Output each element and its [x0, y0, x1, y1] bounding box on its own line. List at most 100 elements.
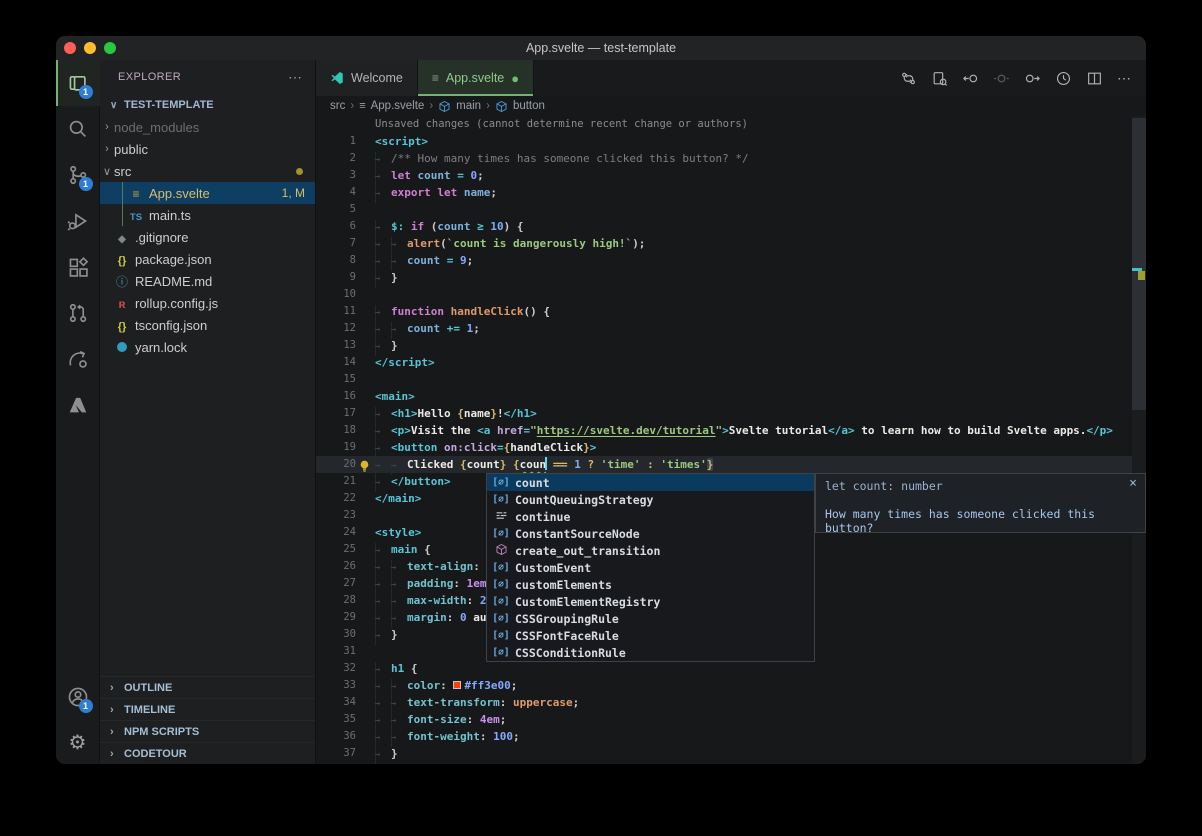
code-line[interactable]: 33color: #ff3e00; [316, 677, 1146, 694]
more-actions-icon[interactable]: ⋯ [1117, 70, 1132, 87]
code-line[interactable]: 11function handleClick() { [316, 303, 1146, 320]
code-line[interactable]: 7alert(`count is dangerously high!`); [316, 235, 1146, 252]
code-line[interactable]: 19<button on:click={handleClick}> [316, 439, 1146, 456]
suggest-item[interactable]: [∅]CSSConditionRule [487, 644, 814, 661]
accounts-button[interactable]: 1 [56, 674, 100, 720]
sidebar-item-run-and-debug[interactable] [56, 198, 100, 244]
code-text: </script> [375, 354, 435, 371]
titlebar[interactable]: App.svelte — test-template [56, 36, 1146, 60]
previous-change-icon[interactable] [962, 70, 979, 87]
code-line[interactable]: 32h1 { [316, 660, 1146, 677]
editor-area: Welcome ≡ App.svelte ● ⋯ [316, 60, 1146, 764]
suggest-item[interactable]: create_out_transition [487, 542, 814, 559]
sidebar-item-live-share[interactable] [56, 336, 100, 382]
sidebar-item-azure[interactable] [56, 382, 100, 428]
symbol-keyword-icon [492, 509, 510, 525]
tree-item[interactable]: ›public [100, 138, 315, 160]
breadcrumb-item-file[interactable]: App.svelte [371, 100, 425, 112]
suggest-item[interactable]: [∅]CustomEvent [487, 559, 814, 576]
suggest-item[interactable]: [∅]CSSFontFaceRule [487, 627, 814, 644]
code-line[interactable]: 17<h1>Hello {name}!</h1> [316, 405, 1146, 422]
code-line[interactable]: 8count = 9; [316, 252, 1146, 269]
code-line[interactable]: 20Clicked {count} {coun === 1 ? 'time' :… [316, 456, 1146, 473]
tree-item[interactable]: ⓘREADME.md [100, 270, 315, 292]
git-compare-icon[interactable] [900, 70, 917, 87]
line-number: 32 [316, 660, 356, 677]
sidebar-item-explorer[interactable]: 1 [56, 60, 100, 106]
symbol-variable-icon: [∅] [492, 562, 510, 573]
suggest-item[interactable]: [∅]CountQueuingStrategy [487, 491, 814, 508]
file-icon-info: ⓘ [114, 273, 130, 290]
line-number: 24 [316, 524, 356, 541]
tree-item[interactable]: TSmain.ts [100, 204, 315, 226]
code-line[interactable]: 14</script> [316, 354, 1146, 371]
scrollbar-thumb[interactable] [1132, 118, 1146, 410]
breadcrumb-item-src[interactable]: src [330, 100, 345, 112]
code-text: <p>Visit the <a href="https://svelte.dev… [375, 422, 1113, 439]
code-line[interactable]: 15 [316, 371, 1146, 388]
code-line[interactable]: 16<main> [316, 388, 1146, 405]
tree-item[interactable]: ≡App.svelte1, M [100, 182, 315, 204]
open-changes-icon[interactable] [931, 70, 948, 87]
tree-item[interactable]: ◆.gitignore [100, 226, 315, 248]
code-line[interactable]: 4export let name; [316, 184, 1146, 201]
code-line[interactable]: 9} [316, 269, 1146, 286]
tree-root-folder[interactable]: ∨ TEST-TEMPLATE [100, 94, 315, 116]
sidebar-item-github-pull-requests[interactable] [56, 290, 100, 336]
sidebar-item-search[interactable] [56, 106, 100, 152]
next-change-icon[interactable] [1024, 70, 1041, 87]
suggest-item[interactable]: [∅]customElements [487, 576, 814, 593]
modified-dot-icon[interactable]: ● [511, 71, 519, 86]
sidebar-item-extensions[interactable] [56, 244, 100, 290]
close-icon[interactable]: × [1129, 476, 1137, 491]
file-history-icon[interactable] [1055, 70, 1072, 87]
tab-app-svelte[interactable]: ≡ App.svelte ● [418, 60, 534, 96]
code-text: </button> [375, 473, 451, 490]
code-line[interactable]: 3let count = 0; [316, 167, 1146, 184]
tree-item[interactable]: ›node_modules [100, 116, 315, 138]
code-line[interactable]: 10 [316, 286, 1146, 303]
tree-item[interactable]: ʀrollup.config.js [100, 292, 315, 314]
line-number: 13 [316, 337, 356, 354]
token: ; [500, 713, 507, 726]
code-line[interactable]: 34text-transform: uppercase; [316, 694, 1146, 711]
suggest-item[interactable]: continue [487, 508, 814, 525]
code-line[interactable]: 1<script> [316, 133, 1146, 150]
code-line[interactable]: 5 [316, 201, 1146, 218]
editor-scrollbar[interactable] [1132, 116, 1146, 764]
suggest-item[interactable]: [∅]CustomElementRegistry [487, 593, 814, 610]
code-line[interactable]: 36font-weight: 100; [316, 728, 1146, 745]
code-line[interactable]: 13} [316, 337, 1146, 354]
code-line[interactable]: 12count += 1; [316, 320, 1146, 337]
code-line[interactable]: 37} [316, 745, 1146, 762]
code-line[interactable]: 18<p>Visit the <a href="https://svelte.d… [316, 422, 1146, 439]
breadcrumb-item-button[interactable]: button [513, 100, 545, 112]
tree-item[interactable]: {}tsconfig.json [100, 314, 315, 336]
section-timeline[interactable]: ›TIMELINE [100, 698, 315, 720]
tree-item[interactable]: ∨src [100, 160, 315, 182]
line-number: 26 [316, 558, 356, 575]
section-npm-scripts[interactable]: ›NPM SCRIPTS [100, 720, 315, 742]
code-line[interactable]: 2/** How many times has someone clicked … [316, 150, 1146, 167]
code-line[interactable]: 35font-size: 4em; [316, 711, 1146, 728]
split-editor-icon[interactable] [1086, 70, 1103, 87]
settings-button[interactable]: ⚙ [56, 720, 100, 764]
section-label: TIMELINE [124, 704, 175, 716]
suggest-item[interactable]: [∅]ConstantSourceNode [487, 525, 814, 542]
token: > [590, 441, 597, 454]
code-line[interactable]: 6$: if (count ≥ 10) { [316, 218, 1146, 235]
token: handleClick [510, 441, 583, 454]
tree-item[interactable]: {}package.json [100, 248, 315, 270]
code-editor[interactable]: Unsaved changes (cannot determine recent… [316, 116, 1146, 764]
suggest-item[interactable]: [∅]CSSGroupingRule [487, 610, 814, 627]
tree-item[interactable]: yarn.lock [100, 336, 315, 358]
sidebar-more-actions[interactable]: ⋯ [288, 69, 303, 86]
suggest-item[interactable]: [∅]count [487, 474, 814, 491]
section-outline[interactable]: ›OUTLINE [100, 676, 315, 698]
chevron-right-icon: › [110, 726, 124, 738]
tab-welcome[interactable]: Welcome [316, 60, 418, 96]
sidebar-item-source-control[interactable]: 1 [56, 152, 100, 198]
section-codetour[interactable]: ›CODETOUR [100, 742, 315, 764]
code-text: function handleClick() { [375, 303, 550, 320]
breadcrumb-item-main[interactable]: main [456, 100, 481, 112]
